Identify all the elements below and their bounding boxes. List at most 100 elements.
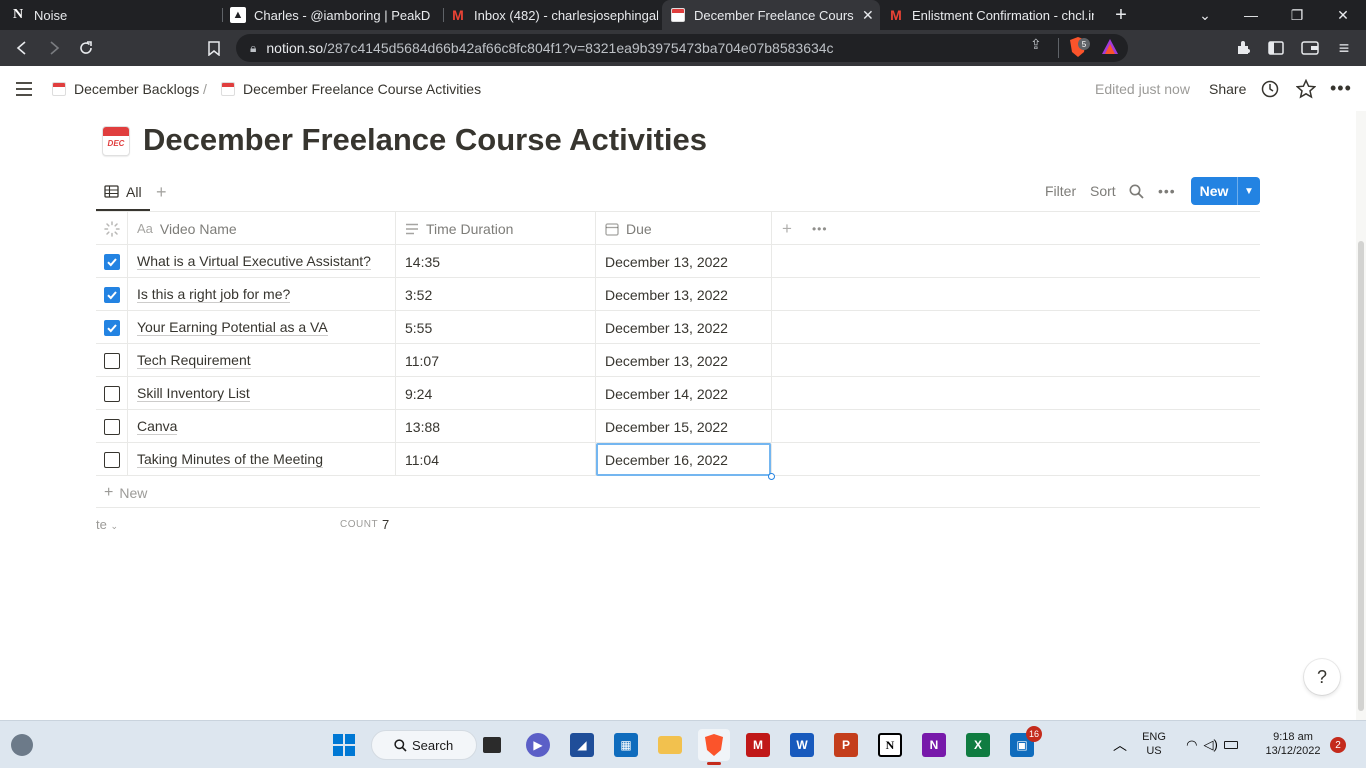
clock[interactable]: 9:18 am 13/12/2022 xyxy=(1258,730,1328,758)
favorite-star-icon[interactable] xyxy=(1296,66,1316,111)
done-checkbox[interactable] xyxy=(103,385,120,402)
language-indicator[interactable]: ENG US xyxy=(1139,730,1169,758)
time-duration-column-header[interactable]: Time Duration xyxy=(396,212,596,245)
done-checkbox[interactable] xyxy=(103,286,120,303)
due-date-cell[interactable]: December 16, 2022 xyxy=(596,443,775,480)
video-editor-icon[interactable]: ◢ xyxy=(566,729,598,761)
brave-rewards-icon[interactable] xyxy=(1101,38,1119,61)
time-duration-cell[interactable]: 9:24 xyxy=(396,377,596,410)
table-row[interactable]: What is a Virtual Executive Assistant? 14… xyxy=(96,245,1260,278)
address-bar[interactable]: 🔒︎ notion.so /287c4145d5684d66b42af66c8f… xyxy=(236,34,1128,62)
done-checkbox[interactable] xyxy=(103,352,120,369)
tab-gmail-enlistment[interactable]: M Enlistment Confirmation - chcl.ing xyxy=(888,0,1098,30)
table-row[interactable]: Is this a right job for me? 3:52 December … xyxy=(96,278,1260,311)
updates-clock-icon[interactable] xyxy=(1261,66,1279,111)
video-name-cell[interactable]: Skill Inventory List xyxy=(128,377,396,410)
done-checkbox[interactable] xyxy=(103,253,120,270)
excel-icon[interactable]: X xyxy=(962,729,994,761)
breadcrumb-parent[interactable]: December Backlogs xyxy=(52,66,199,111)
sidebar-toggle-icon[interactable] xyxy=(14,66,34,111)
view-more-icon[interactable]: ••• xyxy=(1158,174,1176,208)
menu-icon[interactable]: ≡ xyxy=(1332,36,1356,60)
due-date-cell[interactable]: December 15, 2022 xyxy=(596,410,772,443)
new-row[interactable]: + New xyxy=(104,476,147,509)
close-window-icon[interactable]: ✕ xyxy=(1320,0,1366,30)
time-duration-cell[interactable]: 13:88 xyxy=(396,410,596,443)
video-name-link[interactable]: Is this a right job for me? xyxy=(137,286,291,303)
page-calendar-icon[interactable]: DEC xyxy=(102,126,130,156)
page-scrollbar[interactable] xyxy=(1356,111,1366,720)
teams-chat-icon[interactable]: ▶ xyxy=(522,729,554,761)
due-column-header[interactable]: Due xyxy=(596,212,772,245)
onenote-icon[interactable]: N xyxy=(918,729,950,761)
time-duration-cell[interactable]: 11:07 xyxy=(396,344,596,377)
time-duration-cell[interactable]: 3:52 xyxy=(396,278,596,311)
video-name-column-header[interactable]: Aa Video Name xyxy=(128,212,396,245)
powerpoint-icon[interactable]: P xyxy=(830,729,862,761)
tab-noise[interactable]: N Noise xyxy=(10,0,220,30)
microsoft-store-icon[interactable]: ▦ xyxy=(610,729,642,761)
table-row[interactable]: Your Earning Potential as a VA 5:55 Decemb… xyxy=(96,311,1260,344)
video-name-link[interactable]: Taking Minutes of the Meeting xyxy=(137,451,323,468)
new-tab-icon[interactable]: + xyxy=(1098,0,1144,30)
sidebar-icon[interactable] xyxy=(1264,36,1288,60)
help-button[interactable]: ? xyxy=(1304,659,1340,695)
minimize-icon[interactable]: — xyxy=(1228,0,1274,30)
share-page-icon[interactable]: ⇪ xyxy=(1030,36,1042,53)
add-property-button[interactable]: + ••• xyxy=(772,212,862,245)
bookmark-icon[interactable] xyxy=(202,36,226,60)
video-name-link[interactable]: Skill Inventory List xyxy=(137,385,250,402)
restore-icon[interactable]: ❐ xyxy=(1274,0,1320,30)
add-view-icon[interactable]: + xyxy=(156,182,167,203)
page-title[interactable]: December Freelance Course Activities xyxy=(143,122,707,158)
video-name-link[interactable]: Tech Requirement xyxy=(137,352,251,369)
mcafee-icon[interactable]: M xyxy=(742,729,774,761)
video-name-cell[interactable]: Taking Minutes of the Meeting xyxy=(128,443,396,476)
tab-peakd[interactable]: ▲ Charles - @iamboring | PeakD xyxy=(230,0,440,30)
column-more-icon[interactable]: ••• xyxy=(812,222,828,236)
system-tray-icons[interactable]: ◠ ◁) xyxy=(1178,729,1246,761)
search-icon[interactable] xyxy=(1129,174,1144,208)
video-name-link[interactable]: Your Earning Potential as a VA xyxy=(137,319,328,336)
due-date-cell[interactable]: December 13, 2022 xyxy=(596,278,772,311)
table-row[interactable]: Canva 13:88 December 15, 2022 xyxy=(96,410,1260,443)
add-row-button[interactable]: + New xyxy=(96,476,1260,508)
status-column-header[interactable] xyxy=(96,212,128,245)
tab-gmail-inbox[interactable]: M Inbox (482) - charlesjosephingal@ xyxy=(450,0,658,30)
task-view-icon[interactable] xyxy=(476,729,508,761)
notion-app-icon[interactable]: N xyxy=(874,729,906,761)
weather-widget-icon[interactable] xyxy=(6,729,38,761)
notification-center-badge[interactable]: 2 xyxy=(1330,737,1346,753)
done-checkbox[interactable] xyxy=(103,418,120,435)
forward-icon[interactable] xyxy=(42,36,66,60)
table-row[interactable]: Skill Inventory List 9:24 December 14, 202… xyxy=(96,377,1260,410)
show-hidden-icons-chevron-icon[interactable]: ︿ xyxy=(1104,729,1136,761)
brave-browser-icon[interactable] xyxy=(698,729,730,765)
table-row[interactable]: Taking Minutes of the Meeting 11:04 Decemb… xyxy=(96,443,1260,480)
file-explorer-icon[interactable] xyxy=(654,729,686,761)
video-name-cell[interactable]: Tech Requirement xyxy=(128,344,396,377)
video-name-link[interactable]: Canva xyxy=(137,418,178,435)
new-record-button[interactable]: New ▼ xyxy=(1191,177,1260,205)
plus-icon[interactable]: + xyxy=(782,219,792,239)
done-checkbox[interactable] xyxy=(103,319,120,336)
word-icon[interactable]: W xyxy=(786,729,818,761)
tab-december-freelance[interactable]: December Freelance Course A xyxy=(662,0,880,30)
close-tab-icon[interactable]: ✕ xyxy=(862,7,874,24)
teams-icon[interactable]: ▣ 16 xyxy=(1006,726,1042,761)
done-checkbox[interactable] xyxy=(103,451,120,468)
share-button[interactable]: Share xyxy=(1209,66,1246,111)
scrollbar-thumb[interactable] xyxy=(1358,241,1364,711)
due-date-cell[interactable]: December 14, 2022 xyxy=(596,377,772,410)
start-windows-icon[interactable] xyxy=(328,729,360,761)
view-tab-all[interactable]: All xyxy=(96,174,150,211)
back-icon[interactable] xyxy=(10,36,34,60)
more-options-icon[interactable]: ••• xyxy=(1330,66,1352,111)
time-duration-cell[interactable]: 11:04 xyxy=(396,443,596,476)
video-name-cell[interactable]: Canva xyxy=(128,410,396,443)
due-date-cell[interactable]: December 13, 2022 xyxy=(596,245,772,278)
extensions-icon[interactable] xyxy=(1232,36,1256,60)
filter-button[interactable]: Filter xyxy=(1045,174,1076,208)
video-name-cell[interactable]: What is a Virtual Executive Assistant? xyxy=(128,245,396,278)
due-date-cell[interactable]: December 13, 2022 xyxy=(596,344,772,377)
